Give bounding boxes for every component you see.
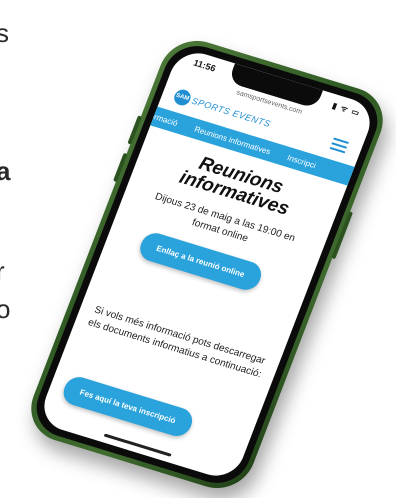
nav-item-inscripcio[interactable]: Inscripci xyxy=(282,152,317,170)
phone-mockup: 11:56 ▮ ᯤ ▭ samsportsevents.com SAM SPOR… xyxy=(20,12,394,497)
more-info-text: Si vols més informació pots descarregar … xyxy=(86,304,267,381)
background-text-fragment: r xyxy=(0,256,5,286)
background-text-fragment: a xyxy=(0,156,11,186)
nav-item-formacio[interactable]: formació xyxy=(143,109,180,127)
signup-button[interactable]: Fes aquí la teva inscripció xyxy=(59,373,196,440)
menu-icon[interactable] xyxy=(329,137,350,154)
phone-bezel: 11:56 ▮ ᯤ ▭ samsportsevents.com SAM SPOR… xyxy=(27,38,387,491)
home-indicator xyxy=(103,433,172,457)
background-text-fragment: o xyxy=(0,294,11,324)
status-time: 11:56 xyxy=(191,57,218,74)
phone-screen: 11:56 ▮ ᯤ ▭ samsportsevents.com SAM SPOR… xyxy=(36,46,378,483)
phone-body: 11:56 ▮ ᯤ ▭ samsportsevents.com SAM SPOR… xyxy=(20,32,394,497)
status-icons: ▮ ᯤ ▭ xyxy=(330,101,362,118)
background-text-fragment: s xyxy=(0,18,9,48)
